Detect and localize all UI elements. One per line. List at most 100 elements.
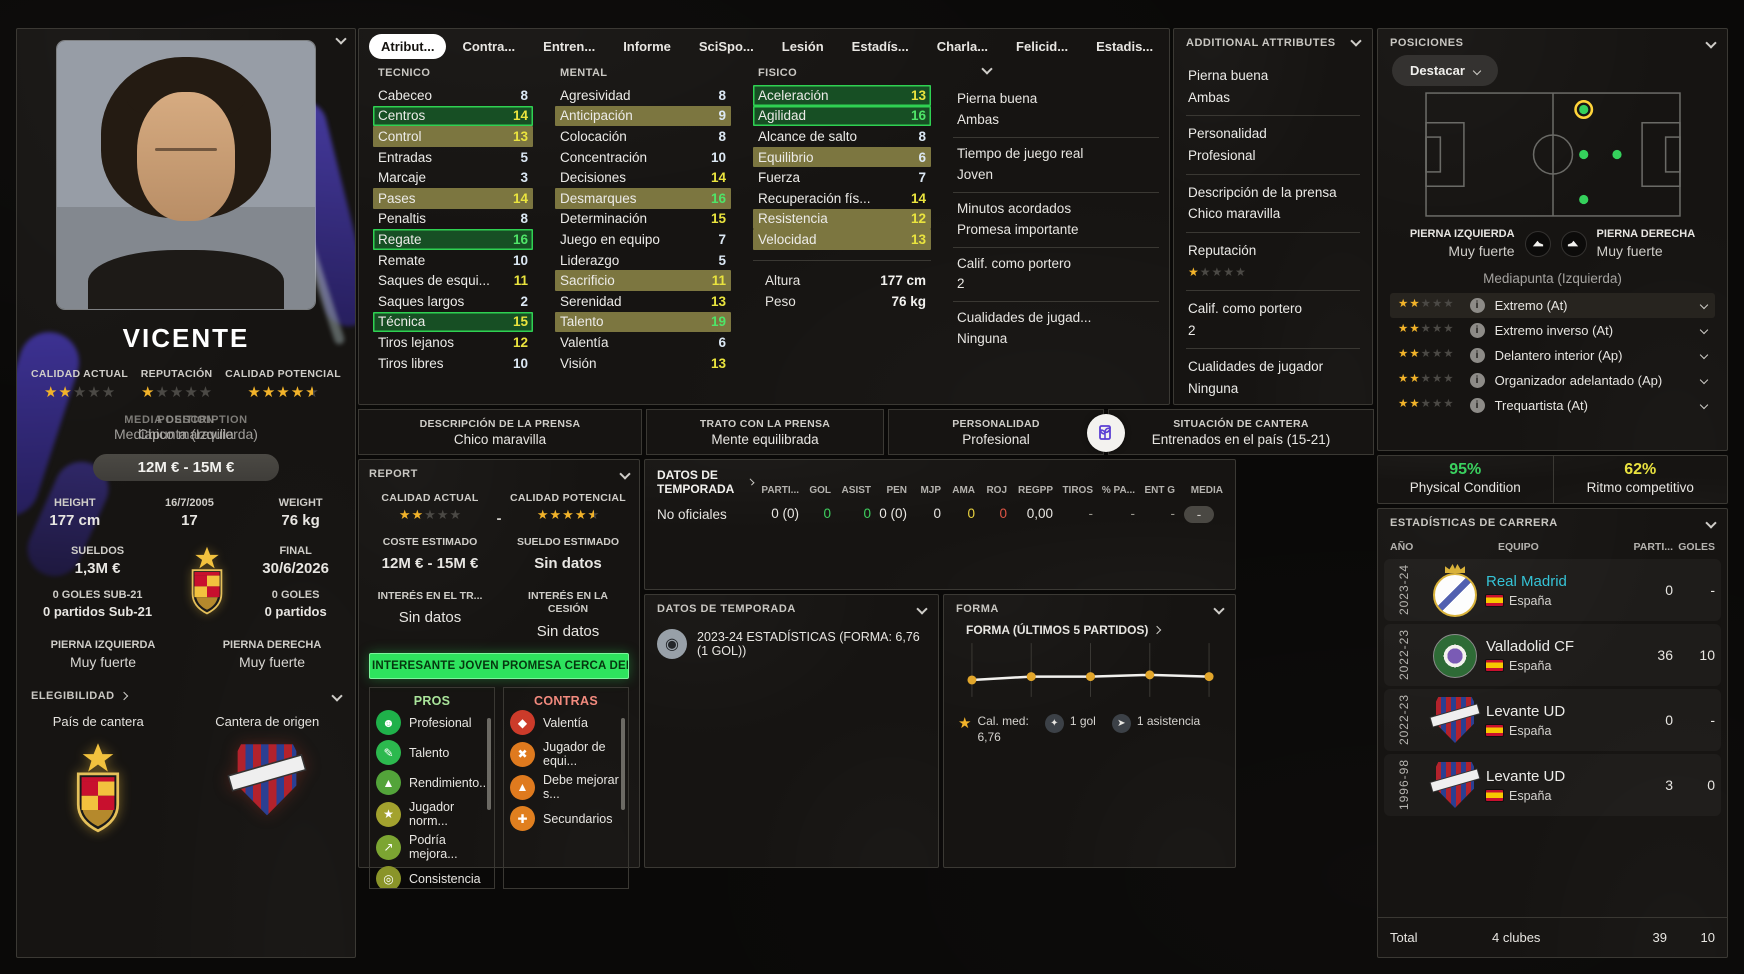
stat-value: 0 [933, 506, 941, 521]
role-row[interactable]: ★ ★ ★ ★ ★ i Extremo inverso (At) [1390, 318, 1715, 343]
attribute-label: Visión [560, 355, 597, 371]
attribute-value: 6 [718, 334, 726, 350]
chevron-down-icon[interactable] [1699, 400, 1709, 410]
attribute-label: Recuperación fís... [758, 190, 871, 206]
attribute-row: Tiros lejanos 12 [373, 332, 533, 353]
spain-flag-icon [1486, 595, 1503, 606]
attribute-value: 15 [512, 314, 528, 330]
trait-group: Pierna buena Ambas [953, 83, 1159, 137]
rating-block: CALIDAD POTENCIAL ★★★★★★ [225, 368, 341, 402]
club-name[interactable]: Levante UD [1486, 768, 1621, 785]
collapse-panel-icon[interactable] [1350, 35, 1362, 47]
info-icon[interactable]: i [1469, 347, 1485, 363]
info-icon[interactable]: i [1469, 322, 1485, 338]
match-sharpness-label: Ritmo competitivo [1586, 480, 1694, 495]
season-year: 1996-98 [1397, 759, 1411, 811]
highlight-dropdown-button[interactable]: Destacar [1392, 55, 1498, 86]
collapse-panel-icon[interactable] [981, 63, 993, 75]
right-foot-label: PIERNA DERECHA [1596, 228, 1696, 240]
attribute-row: Penaltis 8 [373, 209, 533, 230]
collapse-panel-icon[interactable] [619, 468, 631, 480]
spain-flag-icon [1486, 725, 1503, 736]
career-row[interactable]: 1996-98 Levante UD España 3 0 [1384, 754, 1721, 816]
con-item: ◆ Valentía [506, 708, 626, 738]
scrollbar[interactable] [487, 717, 491, 810]
chevron-down-icon[interactable] [1699, 375, 1709, 385]
chevron-down-icon[interactable] [1699, 325, 1709, 335]
cons-box: CONTRAS ◆ Valentía ✖ Jugador de equi... [503, 686, 629, 889]
tab[interactable]: Informe [611, 34, 683, 59]
tab[interactable]: Contra... [450, 34, 527, 59]
attribute-row: Recuperación fís... 14 [753, 188, 931, 209]
stat-column-header: ROJ [986, 485, 1007, 496]
collapse-panel-icon[interactable] [916, 603, 928, 615]
collapse-panel-icon[interactable] [1213, 603, 1225, 615]
club-name[interactable]: Valladolid CF [1486, 638, 1621, 655]
stat-column-header: AMA [952, 485, 975, 496]
role-label: Organizador adelantado (Ap) [1494, 372, 1663, 388]
right-foot-block: PIERNA DERECHA Muy fuerte [1597, 227, 1696, 261]
role-row[interactable]: ★ ★ ★ ★ ★ i Trequartista (At) [1390, 393, 1715, 418]
tab[interactable]: Atribut... [369, 34, 447, 59]
info-icon[interactable]: i [1469, 397, 1485, 413]
chevron-down-icon[interactable] [1699, 300, 1709, 310]
tab[interactable]: Estadis... [1084, 34, 1165, 59]
media-info-strip: DESCRIPCIÓN DE LA PRENSA Chico maravilla… [358, 409, 1374, 455]
attribute-value: 2 [520, 293, 528, 309]
info-icon[interactable]: i [1469, 372, 1485, 388]
current-ability-label: CALIDAD ACTUAL [381, 492, 479, 504]
measurement-row: Altura 177 cm [753, 270, 931, 291]
u21-apps: 0 partidos Sub-21 [43, 604, 153, 619]
trait-title: Tiempo de juego real [957, 145, 1084, 161]
pro-icon: ☻ [376, 710, 401, 736]
season-summary-row[interactable]: ◉ 2023-24 ESTADÍSTICAS (FORMA: 6,76 (1 G… [657, 629, 926, 659]
chevron-down-icon[interactable] [331, 690, 343, 702]
club-crest [1432, 565, 1478, 615]
club-name[interactable]: Levante UD [1486, 703, 1621, 720]
estimated-wage-label: SUELDO ESTIMADO [516, 536, 620, 548]
attribute-row: Técnica 15 [373, 311, 533, 333]
wage-block: SUELDOS 1,3M € 0 GOLES SUB-21 0 partidos… [43, 545, 152, 619]
attribute-row: Talento 19 [555, 311, 731, 333]
trait-value: Ninguna [957, 331, 1008, 347]
info-icon[interactable]: i [1469, 297, 1485, 313]
form-line-chart [967, 643, 1214, 697]
form-stat-line2: 6,76 [977, 729, 1001, 744]
collapse-panel-icon[interactable] [1705, 517, 1717, 529]
career-row[interactable]: 2023-24 Real Madrid España 0 - [1384, 559, 1721, 621]
role-row[interactable]: ★ ★ ★ ★ ★ i Extremo (At) [1390, 292, 1715, 318]
form-subheader[interactable]: FORMA (ÚLTIMOS 5 PARTIDOS) [966, 623, 1223, 637]
role-row[interactable]: ★ ★ ★ ★ ★ i Organizador adelantado (Ap) [1390, 368, 1715, 393]
club-name[interactable]: Real Madrid [1486, 573, 1621, 590]
scrollbar[interactable] [621, 717, 625, 810]
attribute-value: 14 [512, 190, 528, 206]
attribute-row: Determinación 15 [555, 209, 731, 230]
attribute-row: Regate 16 [373, 229, 533, 250]
tab[interactable]: Entren... [531, 34, 607, 59]
season-summary-panel: DATOS DE TEMPORADA ◉ 2023-24 ESTADÍSTICA… [644, 594, 939, 868]
tab[interactable]: Lesión [770, 34, 836, 59]
career-row[interactable]: 2022-23 Valladolid CF España 36 10 [1384, 624, 1721, 686]
position-label: POSITION [157, 414, 215, 426]
stat-value: 0 [999, 506, 1007, 521]
match-sharpness-percent: 62% [1624, 461, 1657, 478]
cell-value: Chico maravilla [453, 431, 547, 447]
role-row[interactable]: ★ ★ ★ ★ ★ i Delantero interior (Ap) [1390, 343, 1715, 368]
tab[interactable]: SciSpo... [687, 34, 766, 59]
chevron-down-icon[interactable] [1699, 350, 1709, 360]
physical-condition-label: Physical Condition [1409, 480, 1521, 495]
attribute-value: 14 [512, 108, 528, 124]
position-pitch [1424, 92, 1681, 217]
tab[interactable]: Charla... [925, 34, 1000, 59]
collapse-panel-icon[interactable] [1705, 37, 1717, 49]
role-star-rating: ★ ★ ★ ★ ★ [1398, 298, 1454, 311]
goals-value: - [1710, 582, 1715, 598]
stat-value: - [1170, 506, 1176, 521]
eligibility-header[interactable]: ELEGIBILIDAD [31, 690, 343, 702]
attribute-label: Penaltis [378, 211, 427, 227]
career-row[interactable]: 2022-23 Levante UD España 0 - [1384, 689, 1721, 751]
tab[interactable]: Felicid... [1004, 34, 1080, 59]
attribute-value: 16 [910, 108, 926, 124]
season-stats-header[interactable]: DATOS DE TEMPORADA [657, 468, 755, 496]
tab[interactable]: Estadís... [840, 34, 921, 59]
